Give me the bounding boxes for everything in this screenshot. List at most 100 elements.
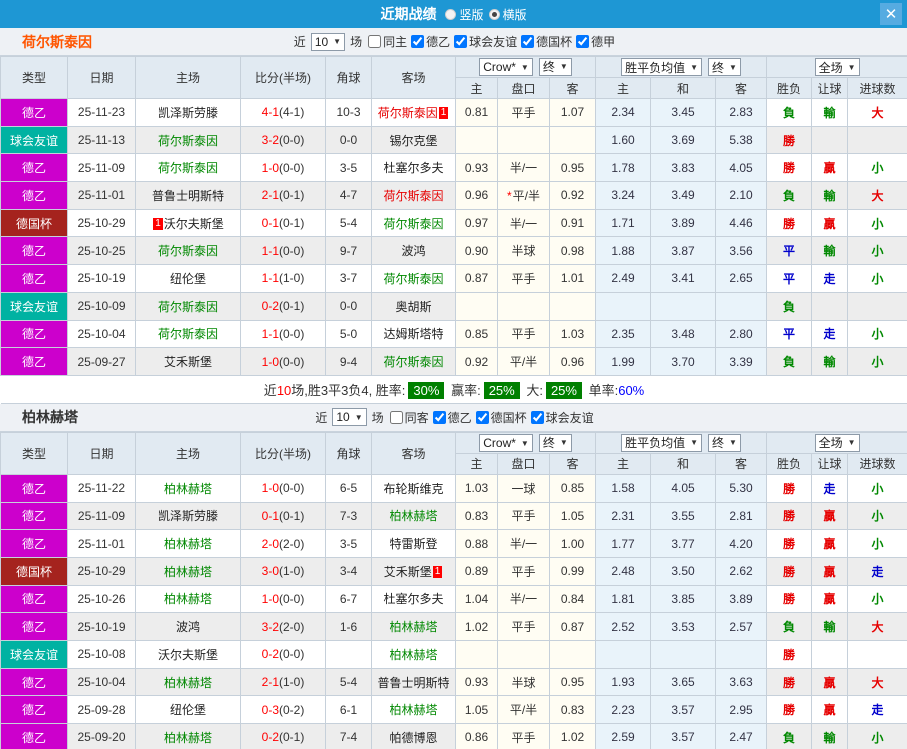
match-row: 德国杯 25-10-29 柏林赫塔 3-0(1-0) 3-4 艾禾斯堡 1 0.89 平手 0.9… xyxy=(0,556,907,586)
euro-away-odds-cell: 2.95 xyxy=(715,695,768,725)
match-count-select[interactable]: 10 ▼ xyxy=(310,32,346,51)
wdl-result-cell: 負 xyxy=(766,98,813,127)
result-value: 勝 xyxy=(783,509,796,524)
euro-home-odds-cell: 3.24 xyxy=(595,181,652,210)
bookmaker-select[interactable]: Crow* ▼ xyxy=(479,58,533,77)
handicap-away-odds-cell: 0.99 xyxy=(548,556,597,586)
filter-checkbox-德甲[interactable]: 德甲 xyxy=(576,33,615,50)
avg-odds-select[interactable]: 胜平负均值 ▼ xyxy=(621,433,703,452)
fulltime-score: 1-0 xyxy=(261,160,279,175)
sub-column-header-6: 胜负 xyxy=(766,452,813,475)
handicap-result-cell: 贏 xyxy=(811,153,849,183)
wdl-result-cell: 勝 xyxy=(766,473,813,503)
filter-checkbox-德国杯[interactable]: 德国杯 xyxy=(521,33,572,50)
home-team-cell: 凯泽斯劳滕 xyxy=(135,98,241,127)
score-cell: 3-2(2-0) xyxy=(240,612,326,641)
checkbox-input[interactable] xyxy=(454,35,468,48)
filter-checkbox-德乙[interactable]: 德乙 xyxy=(411,33,450,50)
handicap-odds-group: Crow* ▼ 终 ▼ xyxy=(454,431,597,454)
checkbox-input[interactable] xyxy=(530,410,544,424)
home-team-name: 纽伦堡 xyxy=(169,703,206,718)
chevron-down-icon: ▼ xyxy=(333,37,342,46)
checkbox-input[interactable] xyxy=(411,35,425,48)
result-value: 負 xyxy=(783,299,796,314)
final-odds-select[interactable]: 终 ▼ xyxy=(538,433,572,452)
final-odds-select-2[interactable]: 终 ▼ xyxy=(708,433,741,452)
sub-column-header-4: 和 xyxy=(650,452,717,475)
handicap-line: 平/半 xyxy=(509,703,538,718)
filter-checkbox-同主[interactable]: 同主 xyxy=(368,33,407,50)
checkbox-label: 德国杯 xyxy=(536,35,573,49)
corner-cell: 3-4 xyxy=(325,556,372,586)
filter-checkbox-德国杯[interactable]: 德国杯 xyxy=(475,409,527,426)
result-value: 小 xyxy=(871,355,884,370)
filter-checkbox-同客[interactable]: 同客 xyxy=(389,409,429,426)
scope-select[interactable]: 全场 ▼ xyxy=(814,433,860,452)
team-section-0: 荷尔斯泰因近 10 ▼ 场同主 德乙 球会友谊 德国杯 德甲 类型 日期 主场 比分(半场) 角球 客场 C… xyxy=(0,28,907,404)
handicap-line: 平手 xyxy=(511,327,536,342)
away-team-cell: 特雷斯登 xyxy=(371,529,456,558)
checkbox-input[interactable] xyxy=(521,35,535,48)
radio-icon xyxy=(488,8,500,20)
score-cell: 0-3(0-2) xyxy=(240,695,326,725)
checkbox-input[interactable] xyxy=(475,410,489,424)
handicap-line-cell: 平/半 xyxy=(497,695,550,725)
home-team-cell: 艾禾斯堡 xyxy=(135,347,241,376)
scope-select[interactable]: 全场 ▼ xyxy=(814,58,860,76)
euro-home-odds-cell: 1.77 xyxy=(595,529,652,558)
competition-type-cell: 德乙 xyxy=(0,723,68,749)
summary-row: 近10场,胜3平3负4, 胜率: 30% 赢率: 25% 大: 25% 单率:60% xyxy=(0,374,907,404)
fulltime-score: 0-2 xyxy=(261,299,279,314)
handicap-result-cell: 輸 xyxy=(811,612,849,641)
result-value: 大 xyxy=(871,620,884,635)
filter-controls: 近 10 ▼ 场 同主 德乙 球会友谊 德国杯 德甲 xyxy=(292,32,615,51)
wdl-result-cell: 勝 xyxy=(766,529,813,558)
date-cell: 25-10-29 xyxy=(67,556,136,586)
result-value: 小 xyxy=(871,161,884,176)
checkbox-input[interactable] xyxy=(432,410,446,424)
result-value: 輸 xyxy=(823,188,836,203)
fulltime-score: 0-1 xyxy=(261,216,279,231)
result-value: 走 xyxy=(871,703,884,718)
handicap-home-odds-cell: 1.03 xyxy=(455,473,498,503)
handicap-result-cell: 走 xyxy=(811,319,849,349)
bookmaker-select[interactable]: Crow* ▼ xyxy=(479,434,533,453)
halftime-score: (1-0) xyxy=(279,271,305,286)
close-button[interactable]: ✕ xyxy=(880,3,902,25)
layout-radio-1[interactable]: 横版 xyxy=(488,6,527,23)
match-row: 球会友谊 25-11-13 荷尔斯泰因 3-2(0-0) 0-0 锡尔克堡 1.60 3.69… xyxy=(0,125,907,155)
handicap-home-odds-cell: 0.93 xyxy=(455,153,498,183)
avg-odds-select[interactable]: 胜平负均值 ▼ xyxy=(621,58,703,76)
sub-column-header-5: 客 xyxy=(715,77,768,99)
scope-group: 全场 ▼ xyxy=(766,431,907,454)
checkbox-input[interactable] xyxy=(389,410,403,424)
halftime-score: (0-1) xyxy=(279,216,305,231)
column-header-5: 客场 xyxy=(371,431,456,475)
match-row: 德乙 25-09-28 纽伦堡 0-3(0-2) 6-1 柏林赫塔 1.05 平/半 0.83 2… xyxy=(0,695,907,725)
euro-draw-odds-cell: 4.05 xyxy=(650,473,717,503)
final-odds-select[interactable]: 终 ▼ xyxy=(538,57,572,76)
fulltime-score: 1-1 xyxy=(261,326,279,341)
layout-radio-0[interactable]: 竖版 xyxy=(445,6,484,23)
filter-checkbox-球会友谊[interactable]: 球会友谊 xyxy=(454,33,517,50)
home-team-cell: 柏林赫塔 xyxy=(135,473,241,503)
result-value: 小 xyxy=(871,509,884,524)
euro-draw-odds-cell: 3.55 xyxy=(650,501,717,531)
checkbox-input[interactable] xyxy=(368,35,382,48)
match-count-select[interactable]: 10 ▼ xyxy=(332,408,367,427)
final-odds-select-2[interactable]: 终 ▼ xyxy=(708,58,741,76)
match-row: 德乙 25-10-26 柏林赫塔 1-0(0-0) 6-7 杜塞尔多夫 1.04 半/一 0.8… xyxy=(0,584,907,614)
score-cell: 3-0(1-0) xyxy=(240,556,326,586)
score-cell: 2-1(1-0) xyxy=(240,667,326,697)
filter-checkbox-德乙[interactable]: 德乙 xyxy=(432,409,472,426)
filter-checkbox-球会友谊[interactable]: 球会友谊 xyxy=(530,409,594,426)
result-value: 輸 xyxy=(823,355,836,370)
handicap-line: 一球 xyxy=(511,481,536,496)
away-team-cell: 帕德博恩 xyxy=(371,723,456,749)
competition-type-cell: 德乙 xyxy=(0,264,68,293)
euro-draw-odds-cell: 3.83 xyxy=(650,153,717,183)
handicap-home-odds-cell: 0.92 xyxy=(455,347,498,376)
chevron-down-icon: ▼ xyxy=(729,438,737,448)
home-team-cell: 柏林赫塔 xyxy=(135,529,241,558)
checkbox-input[interactable] xyxy=(576,35,590,48)
